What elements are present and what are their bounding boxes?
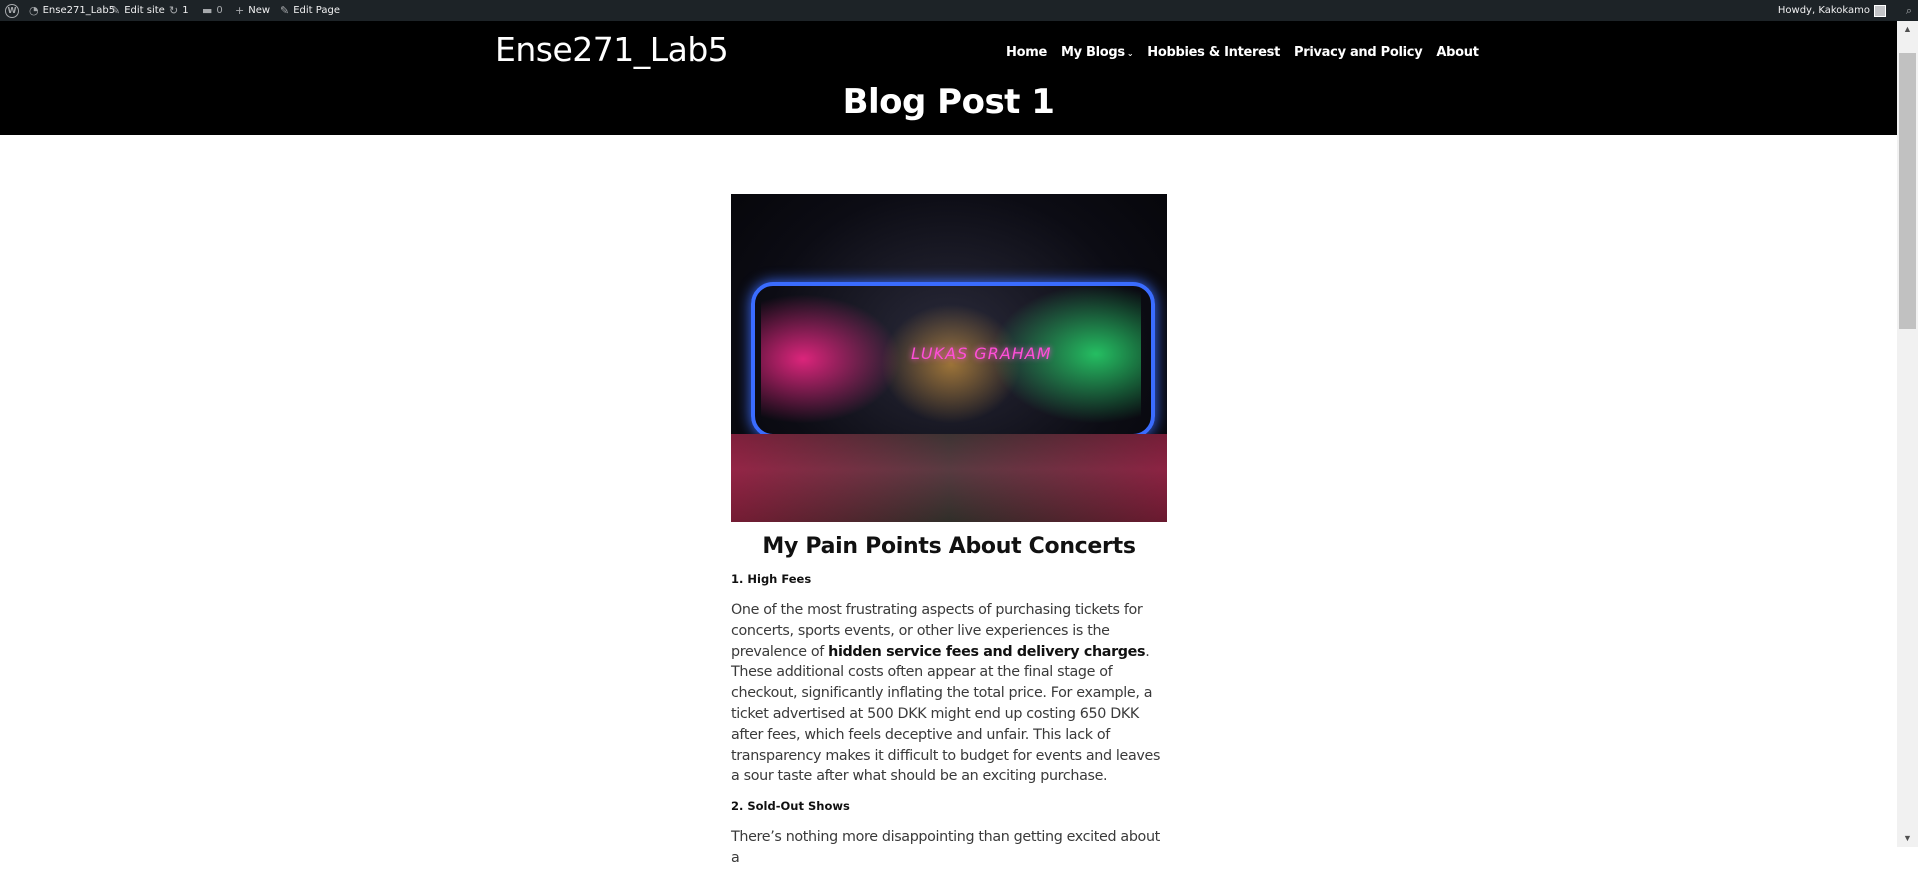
plus-icon: + bbox=[235, 4, 245, 17]
scroll-up-arrow-icon[interactable]: ▲ bbox=[1897, 21, 1918, 38]
para1-bold-text: hidden service fees and delivery charges bbox=[828, 643, 1146, 660]
concert-image: LUKAS GRAHAM bbox=[731, 194, 1167, 522]
para1-text-end: . These additional costs often appear at… bbox=[731, 643, 1161, 785]
comments-count: 0 bbox=[216, 5, 223, 16]
section-title-high-fees: 1. High Fees bbox=[731, 572, 812, 586]
wordpress-icon: W bbox=[5, 3, 19, 18]
edit-site-label: Edit site bbox=[124, 5, 165, 16]
nav-item-hobbies[interactable]: Hobbies & Interest bbox=[1147, 45, 1280, 60]
chevron-down-icon: ⌄ bbox=[1126, 49, 1134, 58]
section-title-sold-out: 2. Sold-Out Shows bbox=[731, 799, 850, 814]
scroll-down-arrow-icon[interactable]: ▼ bbox=[1897, 830, 1918, 847]
paragraph-high-fees: One of the most frustrating aspects of p… bbox=[731, 600, 1167, 787]
site-title[interactable]: Ense271_Lab5 bbox=[495, 30, 729, 69]
page-title: Blog Post 1 bbox=[842, 82, 1055, 122]
updates-icon: ↻ bbox=[169, 4, 179, 17]
site-header: Ense271_Lab5 Home My Blogs ⌄ Hobbies & In… bbox=[0, 21, 1897, 135]
nav-item-my-blogs-label: My Blogs bbox=[1060, 45, 1125, 60]
nav-item-privacy[interactable]: Privacy and Policy bbox=[1294, 45, 1423, 60]
post-heading: My Pain Points About Concerts bbox=[762, 534, 1136, 559]
crowd-lighting bbox=[731, 434, 1167, 522]
admin-bar: W ◔ Ense271_Lab5 ✎ Edit site ↻ 1 ▬ 0 + N… bbox=[0, 0, 1918, 21]
new-content-link[interactable]: + New bbox=[235, 0, 270, 21]
wordpress-logo-icon[interactable]: W bbox=[5, 0, 19, 21]
admin-site-name[interactable]: ◔ Ense271_Lab5 bbox=[29, 0, 115, 21]
search-icon: ⌕ bbox=[1905, 4, 1912, 17]
paragraph-sold-out: There’s nothing more disappointing than … bbox=[731, 829, 1160, 866]
account-menu[interactable]: Howdy, Kakokamo bbox=[1778, 0, 1886, 21]
pencil-icon: ✎ bbox=[280, 4, 290, 17]
page-scrollbar[interactable]: ▲ ▼ bbox=[1897, 21, 1918, 847]
edit-page-link[interactable]: ✎ Edit Page bbox=[280, 0, 340, 21]
comments-link[interactable]: ▬ 0 bbox=[202, 0, 223, 21]
stage-sign: LUKAS GRAHAM bbox=[911, 344, 1052, 363]
site-name-label: Ense271_Lab5 bbox=[42, 5, 116, 16]
howdy-label: Howdy, Kakokamo bbox=[1777, 5, 1870, 16]
nav-item-about[interactable]: About bbox=[1436, 45, 1479, 60]
brush-icon: ✎ bbox=[111, 4, 121, 17]
nav-item-home[interactable]: Home bbox=[1006, 45, 1047, 60]
updates-count: 1 bbox=[182, 5, 189, 16]
scrollbar-thumb[interactable] bbox=[1899, 53, 1916, 329]
nav-item-my-blogs[interactable]: My Blogs ⌄ bbox=[1060, 45, 1134, 60]
comment-icon: ▬ bbox=[202, 4, 213, 17]
edit-site-link[interactable]: ✎ Edit site bbox=[111, 0, 165, 21]
edit-page-label: Edit Page bbox=[293, 5, 340, 16]
admin-search-button[interactable]: ⌕ bbox=[1906, 0, 1912, 21]
main-navigation: Home My Blogs ⌄ Hobbies & Interest Privac… bbox=[1006, 45, 1479, 60]
post-content: LUKAS GRAHAM My Pain Points About Concer… bbox=[731, 194, 1167, 869]
dashboard-icon: ◔ bbox=[29, 4, 39, 17]
updates-link[interactable]: ↻ 1 bbox=[169, 0, 189, 21]
avatar bbox=[1874, 4, 1886, 17]
new-label: New bbox=[248, 5, 271, 16]
